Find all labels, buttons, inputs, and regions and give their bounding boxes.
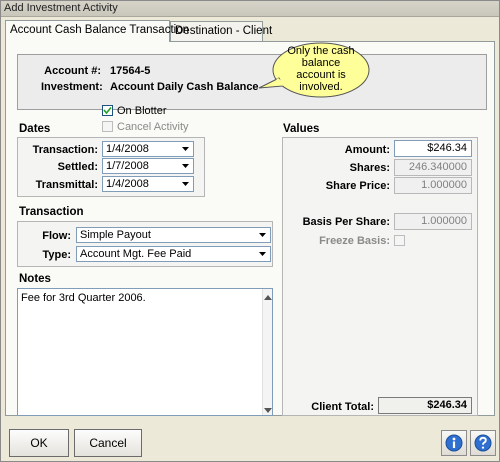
callout-line: account is (296, 69, 346, 81)
settled-date-label: Settled: (57, 161, 98, 173)
amount-input[interactable]: $246.34 (394, 140, 472, 157)
help-button[interactable] (470, 430, 496, 456)
chevron-down-icon (256, 247, 270, 261)
basis-per-share-value: 1.000000 (421, 215, 467, 227)
chevron-down-icon (256, 228, 270, 242)
tab-account-cash-balance[interactable]: Account Cash Balance Transaction (5, 20, 189, 42)
cancel-activity-checkbox[interactable] (102, 121, 113, 132)
account-number-value: 17564-5 (110, 65, 151, 77)
account-number-label: Account #: (44, 65, 101, 77)
type-value: Account Mgt. Fee Paid (80, 248, 192, 260)
transaction-date-value: 1/4/2008 (106, 143, 149, 155)
settled-date-value: 1/7/2008 (106, 160, 149, 172)
client-total-label: Client Total: (311, 401, 374, 413)
flow-value: Simple Payout (80, 229, 151, 241)
transaction-date-select[interactable]: 1/4/2008 (102, 141, 194, 157)
on-blotter-label: On Blotter (117, 105, 167, 117)
settled-date-select[interactable]: 1/7/2008 (102, 158, 194, 174)
share-price-value: 1.000000 (421, 179, 467, 191)
callout-line: involved. (299, 81, 343, 93)
cancel-activity-label: Cancel Activity (117, 121, 189, 133)
ok-button-label: OK (30, 436, 48, 450)
tab-label: Destination - Client (175, 25, 273, 37)
help-callout: Only the cash balance account is involve… (257, 42, 371, 102)
shares-field: 246.340000 (394, 159, 472, 176)
tab-label: Account Cash Balance Transaction (10, 24, 189, 36)
type-label: Type: (42, 249, 71, 261)
transmittal-date-label: Transmittal: (35, 179, 98, 191)
amount-label: Amount: (344, 144, 390, 156)
basis-per-share-field: 1.000000 (394, 213, 472, 230)
transmittal-date-select[interactable]: 1/4/2008 (102, 176, 194, 192)
scroll-up-icon[interactable] (264, 291, 272, 300)
transaction-date-label: Transaction: (32, 144, 98, 156)
share-price-field: 1.000000 (394, 177, 472, 194)
chevron-down-icon (179, 159, 193, 173)
notes-text: Fee for 3rd Quarter 2006. (21, 292, 146, 304)
investment-label: Investment: (41, 81, 103, 93)
values-section-title: Values (283, 123, 320, 135)
amount-value: $246.34 (427, 142, 467, 154)
freeze-basis-checkbox[interactable] (394, 235, 405, 246)
transaction-section-title: Transaction (19, 206, 84, 218)
type-select[interactable]: Account Mgt. Fee Paid (76, 246, 271, 262)
help-icon (474, 434, 492, 452)
info-icon (445, 434, 463, 452)
on-blotter-checkbox[interactable] (102, 105, 113, 116)
title-bar: Add Investment Activity (1, 1, 499, 17)
share-price-label: Share Price: (325, 180, 390, 192)
scroll-down-icon[interactable] (264, 404, 272, 413)
notes-textarea[interactable]: Fee for 3rd Quarter 2006. (17, 288, 273, 416)
basis-per-share-label: Basis Per Share: (302, 216, 390, 228)
notes-section-title: Notes (19, 273, 51, 285)
window-title: Add Investment Activity (4, 2, 118, 14)
dialog-window: Add Investment Activity Account Cash Bal… (0, 0, 500, 462)
chevron-down-icon (179, 142, 193, 156)
dates-section-title: Dates (19, 123, 51, 135)
callout-line: balance (301, 57, 341, 69)
notes-scrollbar[interactable] (262, 289, 272, 415)
flow-label: Flow: (42, 230, 71, 242)
client-total-field: $246.34 (378, 397, 472, 414)
cancel-button-label: Cancel (89, 436, 127, 450)
callout-line: Only the cash (287, 45, 355, 57)
flow-select[interactable]: Simple Payout (76, 227, 271, 243)
info-button[interactable] (441, 430, 467, 456)
transmittal-date-value: 1/4/2008 (106, 178, 149, 190)
shares-label: Shares: (349, 162, 390, 174)
investment-value: Account Daily Cash Balance (110, 81, 259, 93)
checkmark-icon (103, 106, 112, 115)
ok-button[interactable]: OK (9, 429, 69, 457)
client-total-value: $246.34 (427, 399, 467, 411)
chevron-down-icon (179, 177, 193, 191)
cancel-button[interactable]: Cancel (74, 429, 142, 457)
freeze-basis-label: Freeze Basis: (319, 235, 390, 247)
shares-value: 246.340000 (408, 161, 467, 173)
